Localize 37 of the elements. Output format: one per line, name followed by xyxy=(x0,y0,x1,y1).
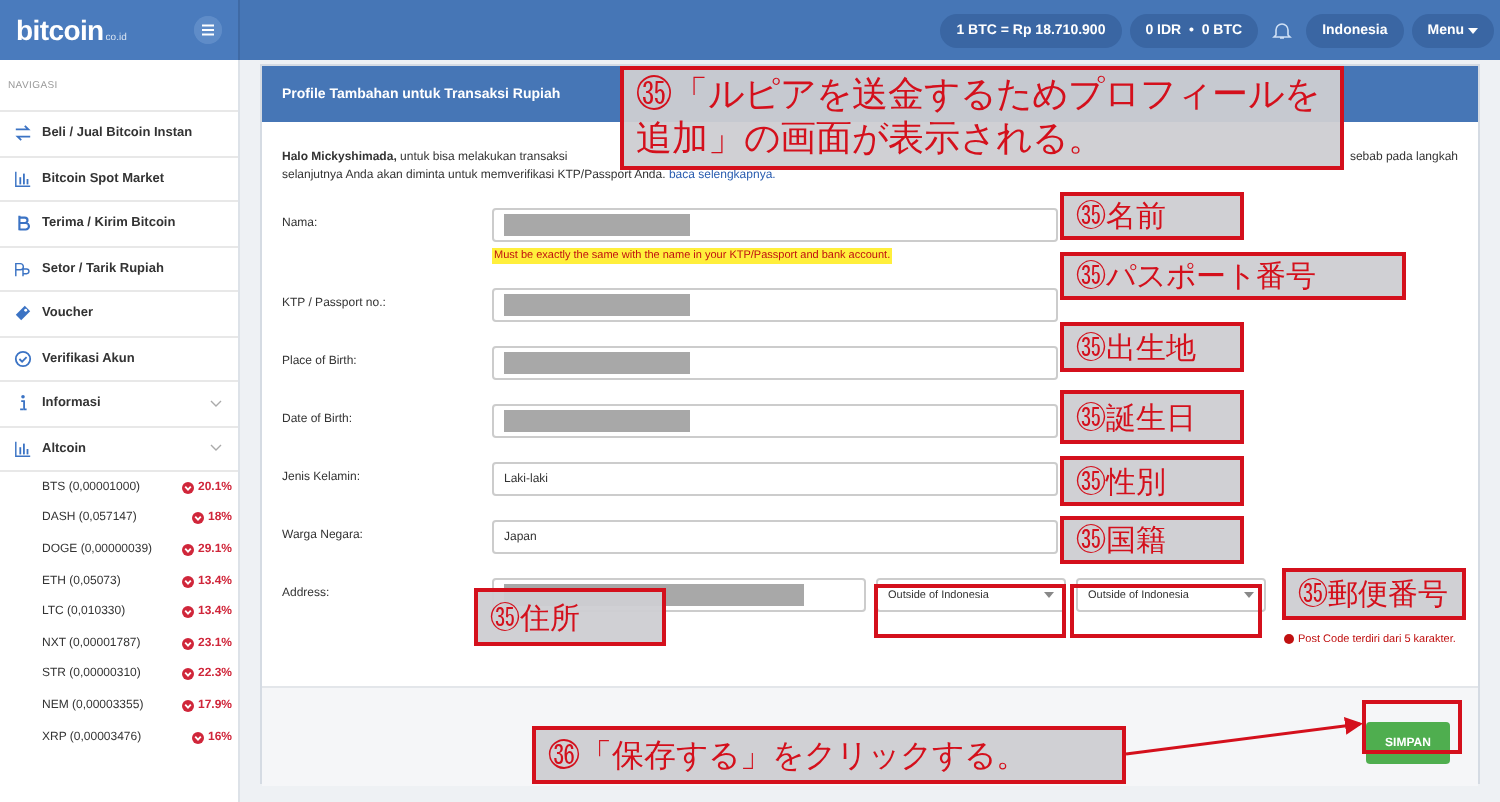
info-icon xyxy=(14,394,32,413)
down-circle-icon xyxy=(181,606,194,619)
chart-icon xyxy=(14,169,32,188)
exchange-icon xyxy=(14,124,32,143)
input-field[interactable] xyxy=(492,404,1058,438)
down-circle-icon xyxy=(181,575,194,588)
annotation-callout: ㊱「保存する」をクリックする。 xyxy=(532,726,1126,784)
caret-icon xyxy=(1468,27,1478,33)
input-field[interactable] xyxy=(492,288,1058,322)
logo-text: bitcoin xyxy=(16,14,104,46)
annotation-callout: ㉟誕生日 xyxy=(1060,390,1244,444)
annotation-callout: ㉟「ルピアを送金するためプロフィールを追加」の画面が表示される。 xyxy=(620,66,1344,170)
tag-icon xyxy=(14,304,32,323)
annotation-callout: ㉟郵便番号 xyxy=(1282,568,1466,620)
down-circle-icon xyxy=(181,543,194,556)
rupiah-icon xyxy=(14,259,32,278)
annotation-callout: ㉟性別 xyxy=(1060,456,1244,506)
bitcoin-icon xyxy=(14,214,32,233)
input-field[interactable] xyxy=(492,346,1058,380)
caret-icon xyxy=(1244,592,1254,598)
annotation-callout: ㉟国籍 xyxy=(1060,516,1244,564)
annotation-callout: ㉟名前 xyxy=(1060,192,1244,240)
caret-icon xyxy=(1044,592,1054,598)
error-icon xyxy=(1284,634,1294,644)
annotation-callout: ㉟パスポート番号 xyxy=(1060,252,1406,300)
chart-icon xyxy=(14,439,32,458)
annotation-callout: ㉟住所 xyxy=(474,588,666,646)
annotation-callout: ㉟出生地 xyxy=(1060,322,1244,372)
highlight-frame xyxy=(1362,700,1462,754)
input-field[interactable] xyxy=(492,208,1058,242)
down-circle-icon xyxy=(181,699,194,712)
down-circle-icon xyxy=(181,481,194,494)
down-circle-icon xyxy=(191,512,204,525)
down-circle-icon xyxy=(191,731,204,744)
check-circle-icon xyxy=(14,349,32,368)
down-circle-icon xyxy=(181,668,194,681)
down-circle-icon xyxy=(181,637,194,650)
